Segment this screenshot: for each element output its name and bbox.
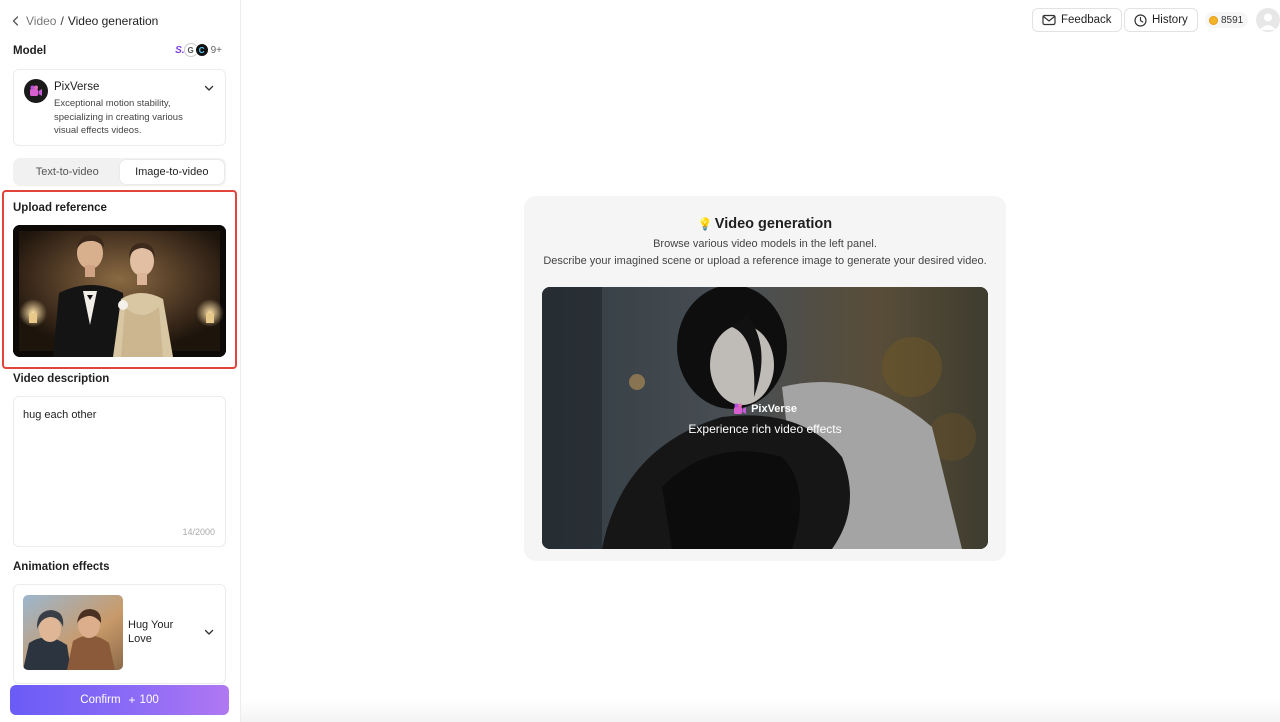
preview-video[interactable]: PixVerse Experience rich video effects <box>542 287 988 549</box>
breadcrumb-current: Video generation <box>67 14 159 28</box>
preview-brand-name: PixVerse <box>751 403 797 415</box>
coin-icon <box>1209 15 1218 25</box>
breadcrumb-parent-link[interactable]: Video <box>26 14 56 28</box>
intro-subtitle-1: Browse various video models in the left … <box>653 238 877 250</box>
badge-c-logo-icon: C <box>194 43 209 57</box>
animation-effects-label: Animation effects <box>13 561 110 573</box>
pixverse-logo-icon <box>734 403 747 414</box>
tab-text-to-video[interactable]: Text-to-video <box>15 160 120 184</box>
intro-card: 💡 Video generation Browse various video … <box>524 196 1006 561</box>
lightbulb-icon: 💡 <box>697 217 713 231</box>
model-selector[interactable]: PixVerse Exceptional motion stability, s… <box>13 69 226 146</box>
left-panel: Video / Video generation Model S. G C 9+… <box>0 0 241 722</box>
credits-value: 8591 <box>1221 14 1244 26</box>
model-name: PixVerse <box>54 81 100 93</box>
feedback-button[interactable]: Feedback <box>1032 8 1122 32</box>
tab-image-to-video[interactable]: Image-to-video <box>119 160 224 184</box>
chevron-down-icon[interactable] <box>203 626 215 638</box>
chevron-left-icon[interactable] <box>10 15 22 27</box>
pixverse-logo-icon <box>24 79 48 103</box>
preview-caption: Experience rich video effects <box>688 422 842 436</box>
model-label: Model <box>13 45 47 57</box>
confirm-label: Confirm <box>80 694 121 706</box>
user-avatar[interactable] <box>1256 8 1280 32</box>
effect-name: Hug Your Love <box>128 619 174 645</box>
chevron-down-icon[interactable] <box>203 82 215 94</box>
confirm-button[interactable]: Confirm + 100 <box>10 685 229 715</box>
model-badges[interactable]: S. G C 9+ <box>175 43 222 57</box>
mail-icon <box>1042 14 1056 26</box>
video-description-textarea[interactable]: hug each other 14/2000 <box>13 396 226 547</box>
feedback-label: Feedback <box>1061 14 1112 26</box>
uploaded-reference-image[interactable] <box>13 225 226 357</box>
animation-effect-selector[interactable]: Hug Your Love <box>13 584 226 684</box>
video-description-value: hug each other <box>23 409 97 421</box>
history-label: History <box>1152 14 1188 26</box>
intro-title-text: Video generation <box>714 216 833 232</box>
intro-subtitle-2: Describe your imagined scene or upload a… <box>543 255 987 267</box>
history-button[interactable]: History <box>1124 8 1198 32</box>
intro-title: 💡 Video generation <box>524 216 1006 232</box>
breadcrumb: Video / Video generation <box>10 13 158 29</box>
model-description: Exceptional motion stability, specializi… <box>54 98 183 136</box>
badge-more-count: 9+ <box>210 44 222 56</box>
effect-thumbnail <box>23 595 123 670</box>
plus-icon: + <box>128 693 136 707</box>
mode-tabs: Text-to-video Image-to-video <box>13 158 226 186</box>
user-icon <box>1260 13 1276 30</box>
character-counter: 14/2000 <box>182 527 215 537</box>
confirm-cost: 100 <box>139 694 159 706</box>
video-description-label: Video description <box>13 373 110 385</box>
upload-reference-label: Upload reference <box>13 202 107 214</box>
preview-brand: PixVerse <box>542 403 988 415</box>
credits-balance[interactable]: 8591 <box>1205 12 1249 28</box>
bottom-fade <box>241 700 1280 722</box>
breadcrumb-separator: / <box>60 14 64 28</box>
clock-icon <box>1134 13 1147 27</box>
